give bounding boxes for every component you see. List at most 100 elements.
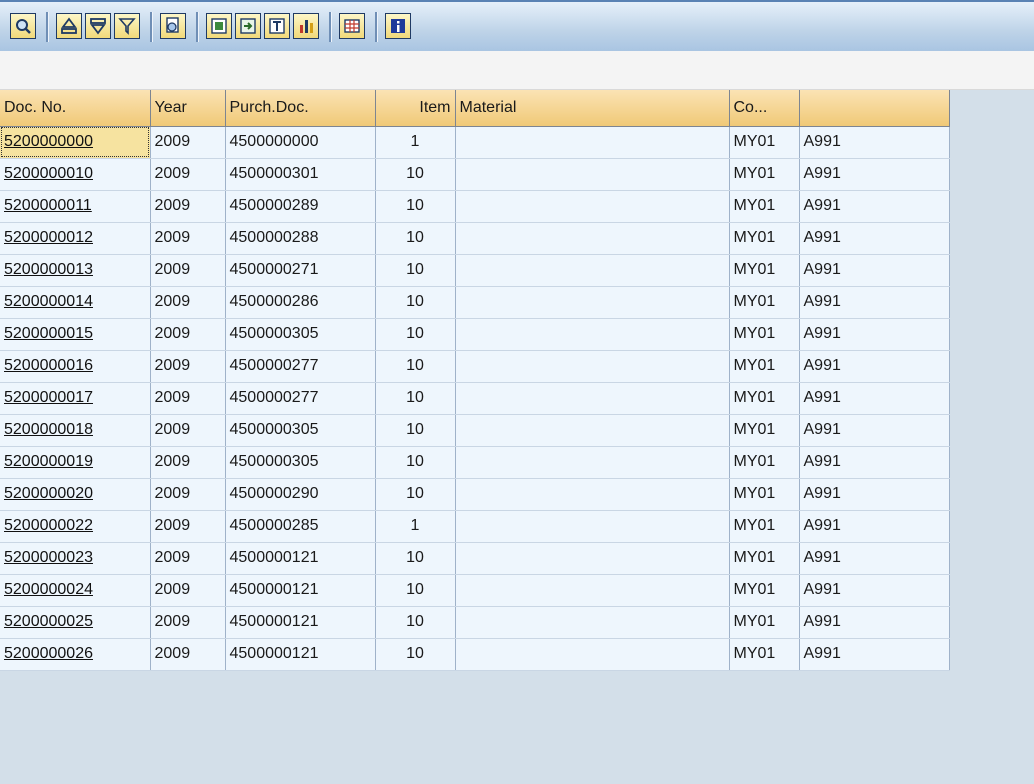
table-row[interactable]: 5200000017 2009 4500000277 10 MY01 A991 [0,382,950,415]
cell-year: 2009 [150,574,226,607]
cell-last: A991 [799,478,950,511]
toolbar-separator [150,12,153,42]
cell-doc-no[interactable]: 5200000018 [0,414,151,447]
cell-doc-no[interactable]: 5200000014 [0,286,151,319]
table-row[interactable]: 5200000025 2009 4500000121 10 MY01 A991 [0,606,950,639]
cell-last: A991 [799,222,950,255]
cell-year: 2009 [150,446,226,479]
col-header-year[interactable]: Year [150,90,226,127]
cell-co: MY01 [729,574,800,607]
send-button[interactable] [235,13,261,39]
cell-doc-no[interactable]: 5200000019 [0,446,151,479]
cell-purch-doc: 4500000121 [225,638,376,671]
table-row[interactable]: 5200000022 2009 4500000285 1 MY01 A991 [0,510,950,543]
table-row[interactable]: 5200000024 2009 4500000121 10 MY01 A991 [0,574,950,607]
cell-item: 1 [375,126,456,159]
details-button[interactable] [10,13,36,39]
print-preview-button[interactable] [160,13,186,39]
table-row[interactable]: 5200000014 2009 4500000286 10 MY01 A991 [0,286,950,319]
sort-descending-icon [90,18,106,35]
cell-doc-no[interactable]: 5200000015 [0,318,151,351]
layout-button[interactable] [264,13,290,39]
grid-title-area [0,51,1034,90]
cell-last: A991 [799,414,950,447]
col-header-co[interactable]: Co... [729,90,800,127]
cell-doc-no[interactable]: 5200000026 [0,638,151,671]
table-row[interactable]: 5200000012 2009 4500000288 10 MY01 A991 [0,222,950,255]
table-row[interactable]: 5200000026 2009 4500000121 10 MY01 A991 [0,638,950,671]
cell-material [455,510,730,543]
cell-purch-doc: 4500000290 [225,478,376,511]
send-icon [240,18,256,34]
col-header-purch-doc[interactable]: Purch.Doc. [225,90,376,127]
cell-doc-no[interactable]: 5200000011 [0,190,151,223]
cell-doc-no[interactable]: 5200000022 [0,510,151,543]
table-row[interactable]: 5200000019 2009 4500000305 10 MY01 A991 [0,446,950,479]
cell-doc-no[interactable]: 5200000025 [0,606,151,639]
cell-material [455,638,730,671]
cell-co: MY01 [729,606,800,639]
table-row[interactable]: 5200000000 2009 4500000000 1 MY01 A991 [0,126,950,159]
cell-material [455,222,730,255]
cell-year: 2009 [150,542,226,575]
cell-material [455,158,730,191]
cell-doc-no[interactable]: 5200000016 [0,350,151,383]
cell-item: 10 [375,542,456,575]
cell-year: 2009 [150,190,226,223]
table-row[interactable]: 5200000013 2009 4500000271 10 MY01 A991 [0,254,950,287]
col-header-material[interactable]: Material [455,90,730,127]
table-row[interactable]: 5200000016 2009 4500000277 10 MY01 A991 [0,350,950,383]
cell-year: 2009 [150,414,226,447]
cell-material [455,350,730,383]
spreadsheet-button[interactable] [339,13,365,39]
cell-purch-doc: 4500000305 [225,446,376,479]
cell-item: 10 [375,350,456,383]
col-header-last[interactable] [799,90,950,127]
cell-material [455,318,730,351]
graphic-button[interactable] [293,13,319,39]
cell-doc-no[interactable]: 5200000024 [0,574,151,607]
cell-item: 10 [375,446,456,479]
cell-item: 10 [375,158,456,191]
table-row[interactable]: 5200000011 2009 4500000289 10 MY01 A991 [0,190,950,223]
cell-co: MY01 [729,510,800,543]
cell-co: MY01 [729,190,800,223]
table-row[interactable]: 5200000010 2009 4500000301 10 MY01 A991 [0,158,950,191]
export-button[interactable] [206,13,232,39]
cell-item: 10 [375,574,456,607]
cell-co: MY01 [729,542,800,575]
cell-last: A991 [799,446,950,479]
cell-item: 10 [375,478,456,511]
info-button[interactable] [385,13,411,39]
toolbar-separator [46,12,49,42]
cell-doc-no[interactable]: 5200000012 [0,222,151,255]
col-header-doc-no[interactable]: Doc. No. [0,90,151,127]
col-header-item[interactable]: Item [375,90,456,127]
cell-purch-doc: 4500000277 [225,382,376,415]
table-row[interactable]: 5200000018 2009 4500000305 10 MY01 A991 [0,414,950,447]
table-row[interactable]: 5200000023 2009 4500000121 10 MY01 A991 [0,542,950,575]
cell-year: 2009 [150,510,226,543]
details-icon [16,19,31,34]
cell-co: MY01 [729,446,800,479]
table-row[interactable]: 5200000015 2009 4500000305 10 MY01 A991 [0,318,950,351]
cell-doc-no[interactable]: 5200000010 [0,158,151,191]
cell-year: 2009 [150,286,226,319]
cell-purch-doc: 4500000305 [225,414,376,447]
cell-last: A991 [799,350,950,383]
results-grid: Doc. No. Year Purch.Doc. Item Material C… [0,90,950,671]
cell-doc-no[interactable]: 5200000017 [0,382,151,415]
cell-doc-no[interactable]: 5200000023 [0,542,151,575]
cell-last: A991 [799,542,950,575]
cell-doc-no[interactable]: 5200000013 [0,254,151,287]
filter-button[interactable] [114,13,140,39]
cell-item: 10 [375,254,456,287]
cell-doc-no[interactable]: 5200000020 [0,478,151,511]
cell-last: A991 [799,382,950,415]
print-preview-icon [166,17,179,33]
cell-doc-no[interactable]: 5200000000 [0,126,151,159]
sort-ascending-button[interactable] [56,13,82,39]
table-row[interactable]: 5200000020 2009 4500000290 10 MY01 A991 [0,478,950,511]
sort-descending-button[interactable] [85,13,111,39]
cell-co: MY01 [729,222,800,255]
